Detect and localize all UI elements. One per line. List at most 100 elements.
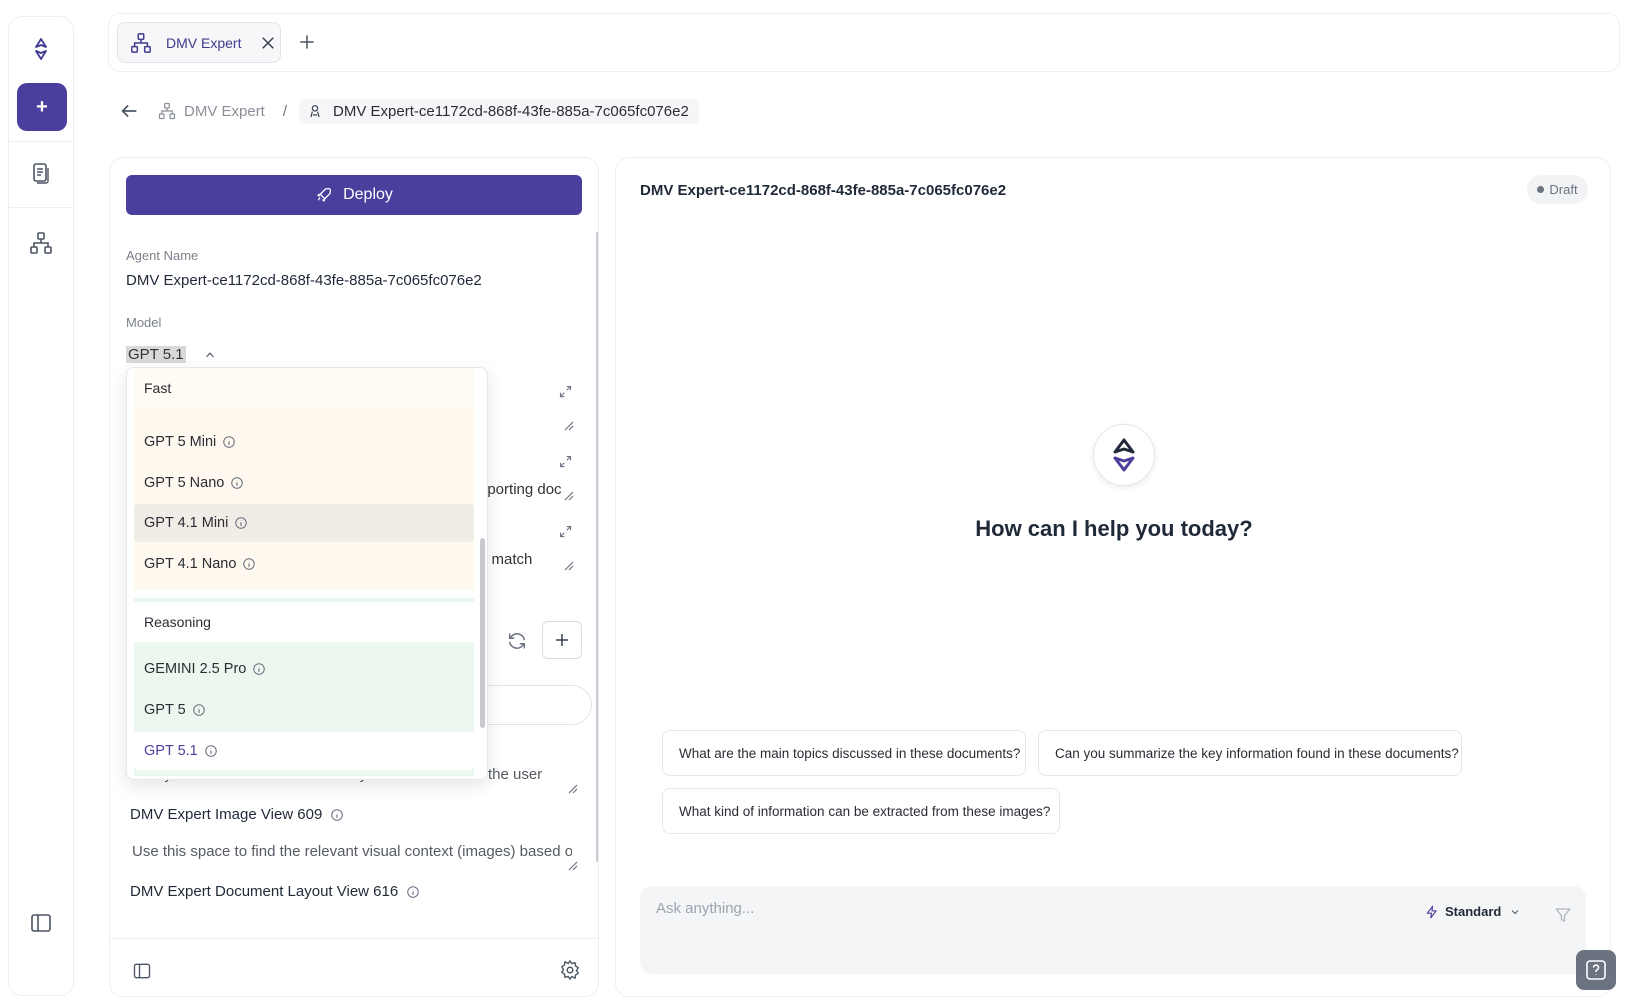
sidebar-toggle-icon[interactable]	[132, 961, 152, 981]
send-icon[interactable]	[1554, 906, 1572, 924]
suggestion-chip[interactable]: What kind of information can be extracte…	[662, 788, 1060, 834]
deploy-label: Deploy	[343, 186, 393, 203]
lightning-icon	[1426, 905, 1437, 918]
mode-selector[interactable]: Standard	[1425, 904, 1527, 919]
model-option-label: GPT 5 Mini	[144, 434, 217, 450]
model-option-label: GPT 4.1 Nano	[144, 556, 237, 572]
breadcrumb-parent[interactable]: DMV Expert	[158, 102, 265, 120]
status-dot	[1537, 186, 1545, 193]
help-button[interactable]	[1576, 950, 1616, 990]
model-group-reasoning: Reasoning GEMINI 2.5 Pro GPT 5 GPT 5.1	[134, 598, 474, 776]
info-icon[interactable]	[242, 557, 256, 571]
model-option[interactable]: GPT 5 Mini	[134, 423, 474, 461]
tool-name-label: DMV Expert Document Layout View 616	[130, 883, 399, 900]
info-icon[interactable]	[230, 476, 244, 490]
chat-composer: Standard	[640, 886, 1586, 974]
model-option-label: GEMINI 2.5 Pro	[144, 661, 247, 677]
add-tab-icon[interactable]	[297, 32, 317, 52]
panel-scrollbar[interactable]	[596, 232, 598, 862]
tool-name-label: DMV Expert Image View 609	[130, 806, 323, 823]
agent-name-value[interactable]: DMV Expert-ce1172cd-868f-43fe-885a-7c065…	[126, 272, 482, 289]
add-tool-button[interactable]	[542, 621, 582, 659]
info-icon[interactable]	[204, 744, 218, 758]
model-select-value[interactable]: GPT 5.1	[126, 346, 186, 363]
rail-divider	[9, 207, 73, 208]
breadcrumb-current-label: DMV Expert-ce1172cd-868f-43fe-885a-7c065…	[333, 102, 689, 120]
instruction-text-peek: pporting doc	[479, 481, 562, 498]
refresh-icon[interactable]	[506, 630, 528, 652]
tab-label: DMV Expert	[166, 34, 242, 51]
workflow-icon[interactable]	[29, 231, 53, 255]
resize-handle-icon[interactable]	[568, 784, 578, 794]
status-label: Draft	[1549, 182, 1578, 197]
breadcrumb-parent-label: DMV Expert	[184, 102, 265, 120]
documents-icon[interactable]	[29, 161, 53, 185]
model-option[interactable]: GPT 5	[134, 691, 474, 729]
assistant-avatar	[1093, 424, 1155, 486]
back-arrow-icon[interactable]	[118, 100, 140, 122]
mode-label: Standard	[1445, 904, 1502, 919]
info-icon[interactable]	[234, 516, 248, 530]
info-icon[interactable]	[252, 662, 266, 676]
breadcrumb: DMV Expert / DMV Expert-ce1172cd-868f-43…	[118, 96, 699, 126]
model-option-label: GPT 4.1 Mini	[144, 515, 229, 531]
model-option-label: GPT 5 Nano	[144, 475, 225, 491]
agent-icon	[310, 105, 320, 118]
model-group-fast: Fast GPT 5 Mini GPT 5 Nano GPT 4.1 Mini …	[134, 368, 474, 590]
model-label: Model	[126, 315, 162, 330]
left-rail: +	[8, 16, 74, 996]
model-option[interactable]: GPT 4.1 Nano	[134, 545, 474, 583]
new-item-button[interactable]: +	[17, 83, 67, 131]
chat-title: DMV Expert-ce1172cd-868f-43fe-885a-7c065…	[640, 182, 1007, 199]
model-dropdown[interactable]: Fast GPT 5 Mini GPT 5 Nano GPT 4.1 Mini …	[126, 367, 488, 780]
suggestion-chip[interactable]: Can you summarize the key information fo…	[1038, 730, 1462, 776]
info-icon[interactable]	[406, 885, 420, 899]
model-option-label: GPT 5	[144, 702, 186, 718]
status-badge: Draft	[1527, 175, 1588, 204]
suggestion-chip[interactable]: What are the main topics discussed in th…	[662, 730, 1026, 776]
deploy-button[interactable]: Deploy	[126, 175, 582, 215]
expand-icon[interactable]	[558, 454, 573, 469]
app-logo-icon	[1113, 438, 1135, 472]
workflow-icon	[158, 102, 176, 120]
model-option[interactable]: GEMINI 2.5 Pro	[134, 650, 474, 688]
group-header-reasoning: Reasoning	[134, 602, 474, 642]
sidebar-toggle-icon[interactable]	[29, 911, 53, 935]
workflow-icon	[131, 32, 151, 53]
expand-icon[interactable]	[558, 524, 573, 539]
chevron-up-icon[interactable]	[203, 348, 217, 362]
rocket-icon	[317, 188, 332, 202]
rail-divider	[9, 141, 73, 142]
chat-panel: DMV Expert-ce1172cd-868f-43fe-885a-7c065…	[615, 157, 1611, 997]
search-field-peek[interactable]	[480, 685, 592, 725]
model-option[interactable]: GPT 5 Nano	[134, 464, 474, 502]
tool-description[interactable]: Use this space to find the relevant visu…	[132, 843, 572, 860]
resize-handle-icon[interactable]	[564, 421, 574, 431]
breadcrumb-current: DMV Expert-ce1172cd-868f-43fe-885a-7c065…	[299, 98, 699, 124]
breadcrumb-separator: /	[282, 102, 288, 120]
resize-handle-icon[interactable]	[568, 861, 578, 871]
tool-name: DMV Expert Image View 609	[130, 806, 344, 823]
chat-input[interactable]	[656, 900, 1356, 917]
tab-dmv-expert[interactable]: DMV Expert	[117, 22, 281, 63]
tool-name: DMV Expert Document Layout View 616	[130, 883, 420, 900]
model-option-hovered[interactable]: GPT 4.1 Mini	[134, 504, 474, 542]
help-icon	[1586, 960, 1606, 980]
dropdown-scrollbar[interactable]	[480, 538, 485, 728]
expand-icon[interactable]	[558, 384, 573, 399]
resize-handle-icon[interactable]	[564, 561, 574, 571]
panel-footer	[110, 938, 598, 996]
info-icon[interactable]	[192, 703, 206, 717]
close-icon[interactable]	[259, 34, 277, 52]
resize-handle-icon[interactable]	[564, 491, 574, 501]
app-logo-icon[interactable]	[29, 37, 53, 61]
info-icon[interactable]	[222, 435, 236, 449]
plus-icon	[556, 634, 568, 646]
model-option-selected[interactable]: GPT 5.1	[134, 732, 474, 770]
group-header-fast: Fast	[134, 368, 474, 408]
chevron-down-icon	[1511, 909, 1519, 914]
agent-name-label: Agent Name	[126, 248, 199, 263]
info-icon[interactable]	[330, 808, 344, 822]
greeting: How can I help you today?	[975, 516, 1253, 541]
gear-icon[interactable]	[559, 959, 581, 981]
